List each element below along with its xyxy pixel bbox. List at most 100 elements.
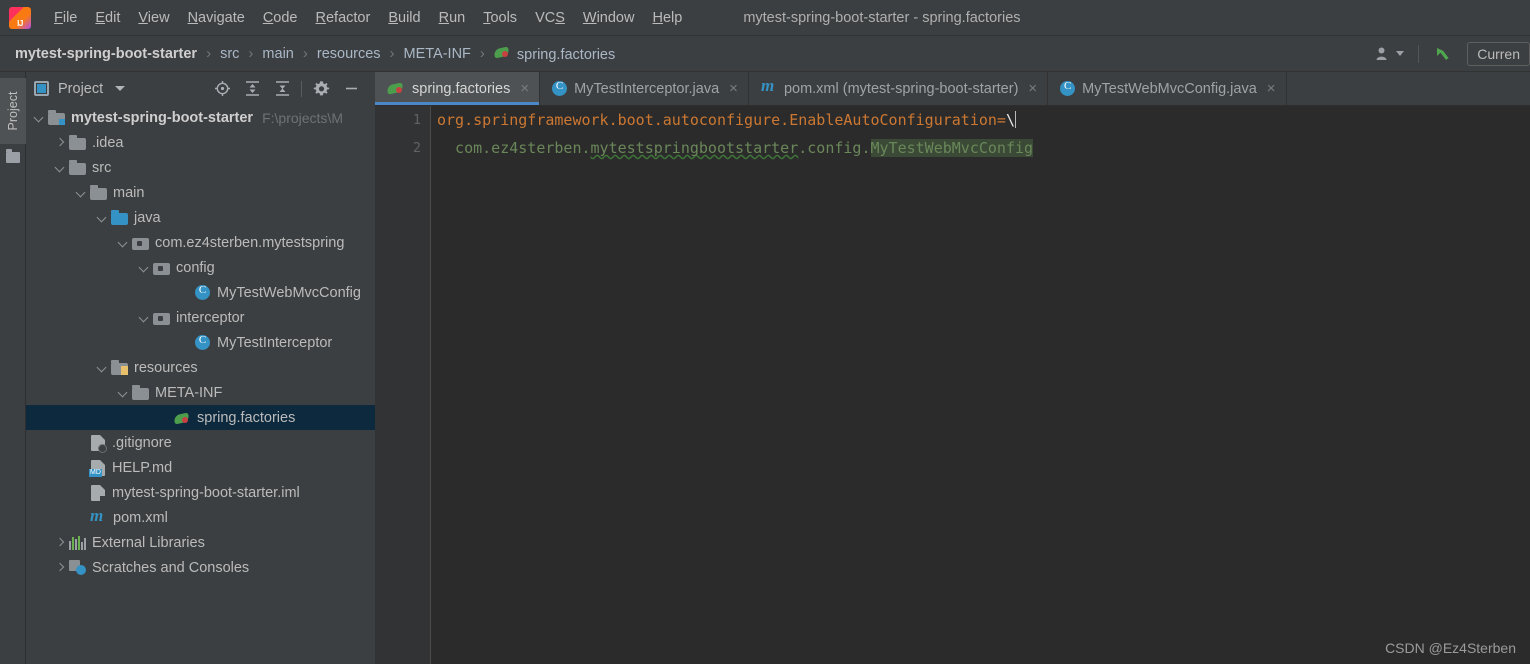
locate-icon[interactable]	[207, 75, 237, 103]
breadcrumb-item-spring-factories[interactable]: spring.factories	[491, 43, 618, 65]
menu-item-vcs[interactable]: VCS	[526, 7, 574, 29]
tree-node[interactable]: MyTestInterceptor	[26, 330, 375, 355]
tree-node[interactable]: META-INF	[26, 380, 375, 405]
menu-item-refactor[interactable]: Refactor	[307, 7, 380, 29]
tab-icon	[387, 82, 405, 96]
editor-tab-pom-xml-mytest-spring-boot-starter-[interactable]: pom.xml (mytest-spring-boot-starter) ×	[749, 72, 1049, 105]
chevron-down-icon[interactable]	[115, 86, 126, 91]
tree-node[interactable]: Scratches and Consoles	[26, 555, 375, 580]
code-token: mytestspringbootstarter	[590, 139, 799, 157]
breadcrumb-item-src[interactable]: src	[217, 44, 242, 64]
editor-tab-mytestinterceptor-java[interactable]: MyTestInterceptor.java ×	[540, 72, 749, 105]
chevron-down-icon[interactable]	[137, 261, 150, 274]
chevron-right-icon[interactable]	[53, 536, 66, 549]
menu-item-run[interactable]: Run	[430, 7, 475, 29]
tree-node-label: MyTestWebMvcConfig	[217, 284, 361, 301]
source-folder-icon	[111, 209, 128, 225]
breadcrumb-item-main[interactable]: main	[259, 44, 296, 64]
menu-item-help[interactable]: Help	[643, 7, 691, 29]
close-icon[interactable]: ×	[520, 81, 529, 96]
menu-item-file[interactable]: File	[45, 7, 86, 29]
tree-node-label: External Libraries	[92, 534, 205, 551]
hide-panel-icon[interactable]	[336, 75, 366, 103]
tree-node[interactable]: src	[26, 155, 375, 180]
tree-node[interactable]: spring.factories	[26, 405, 375, 430]
tree-node[interactable]: interceptor	[26, 305, 375, 330]
tree-node[interactable]: mytest-spring-boot-starter F:\projects\M	[26, 105, 375, 130]
tree-node[interactable]: java	[26, 205, 375, 230]
menu-item-code[interactable]: Code	[254, 7, 307, 29]
breadcrumb-item-resources[interactable]: resources	[314, 44, 384, 64]
tree-node[interactable]: MyTestWebMvcConfig	[26, 280, 375, 305]
code-view[interactable]: 12 org.springframework.boot.autoconfigur…	[375, 106, 1530, 664]
left-tool-window-stripe: Project	[0, 72, 26, 664]
chevron-down-icon[interactable]	[32, 111, 45, 124]
tree-node[interactable]: MD HELP.md	[26, 455, 375, 480]
settings-gear-icon[interactable]	[306, 75, 336, 103]
chevron-down-icon[interactable]	[116, 386, 129, 399]
chevron-down-icon[interactable]	[137, 311, 150, 324]
menu-item-window[interactable]: Window	[574, 7, 644, 29]
breadcrumb-item-meta-inf[interactable]: META-INF	[401, 44, 474, 64]
green-arrow-icon[interactable]	[1425, 44, 1461, 64]
editor-area: spring.factories × MyTestInterceptor.java ×…	[375, 72, 1530, 664]
breadcrumb-label: main	[262, 45, 294, 62]
folder-icon[interactable]	[6, 149, 20, 163]
run-configuration-selector[interactable]: Curren	[1467, 41, 1530, 66]
menu-item-navigate[interactable]: Navigate	[179, 7, 254, 29]
chevron-down-icon[interactable]	[53, 161, 66, 174]
chevron-right-icon[interactable]	[53, 561, 66, 574]
java-class-icon	[1060, 80, 1076, 96]
update-arrow-glyph	[1437, 47, 1449, 60]
menu-item-build[interactable]: Build	[379, 7, 429, 29]
tree-node-label: com.ez4sterben.mytestspring	[155, 234, 345, 251]
project-panel-toolbar: Project	[26, 72, 375, 105]
editor-tab-spring-factories[interactable]: spring.factories ×	[375, 72, 541, 105]
chevron-down-icon[interactable]	[95, 211, 108, 224]
tree-node[interactable]: .idea	[26, 130, 375, 155]
tree-node-label: .gitignore	[112, 434, 172, 451]
code-text[interactable]: org.springframework.boot.autoconfigure.E…	[437, 106, 1530, 664]
close-icon[interactable]: ×	[729, 81, 738, 96]
java-class-icon	[552, 80, 568, 96]
chevron-down-icon[interactable]	[74, 186, 87, 199]
breadcrumb-label: mytest-spring-boot-starter	[15, 45, 198, 62]
expand-all-icon[interactable]	[237, 75, 267, 103]
breadcrumb-item-mytest-spring-boot-starter[interactable]: mytest-spring-boot-starter	[12, 44, 200, 64]
editor-tab-mytestwebmvcconfig-java[interactable]: MyTestWebMvcConfig.java ×	[1048, 72, 1287, 105]
toolbar-divider	[1418, 44, 1420, 63]
line-number: 1	[412, 112, 421, 128]
menu-item-edit[interactable]: Edit	[86, 7, 129, 29]
tree-node[interactable]: main	[26, 180, 375, 205]
chevron-right-icon[interactable]	[53, 136, 66, 149]
tree-node-path: F:\projects\M	[262, 109, 343, 126]
folder-icon	[69, 159, 86, 175]
java-class-icon	[195, 284, 210, 300]
tree-node[interactable]: .gitignore	[26, 430, 375, 455]
tree-node[interactable]: com.ez4sterben.mytestspring	[26, 230, 375, 255]
close-icon[interactable]: ×	[1028, 81, 1037, 96]
maven-pom-icon	[90, 506, 107, 526]
project-panel-title: Project	[58, 80, 104, 97]
menu-item-tools[interactable]: Tools	[474, 7, 526, 29]
tree-node[interactable]: config	[26, 255, 375, 280]
resources-folder-icon	[111, 359, 128, 375]
user-dropdown-icon[interactable]	[1368, 46, 1412, 62]
breadcrumb-separator: ›	[302, 45, 308, 62]
close-icon[interactable]: ×	[1267, 81, 1276, 96]
tab-label: MyTestWebMvcConfig.java	[1082, 80, 1257, 97]
menu-item-view[interactable]: View	[129, 7, 178, 29]
chevron-down-icon[interactable]	[95, 361, 108, 374]
chevron-down-icon[interactable]	[116, 236, 129, 249]
tree-node[interactable]: resources	[26, 355, 375, 380]
breadcrumb-label: src	[220, 45, 240, 62]
stripe-button-project[interactable]: Project	[0, 78, 26, 144]
tree-node[interactable]: mytest-spring-boot-starter.iml	[26, 480, 375, 505]
tree-node-label: mytest-spring-boot-starter.iml	[112, 484, 300, 501]
tree-node[interactable]: pom.xml	[26, 505, 375, 530]
tree-node[interactable]: External Libraries	[26, 530, 375, 555]
tree-node-label: META-INF	[155, 384, 223, 401]
collapse-all-icon[interactable]	[267, 75, 297, 103]
